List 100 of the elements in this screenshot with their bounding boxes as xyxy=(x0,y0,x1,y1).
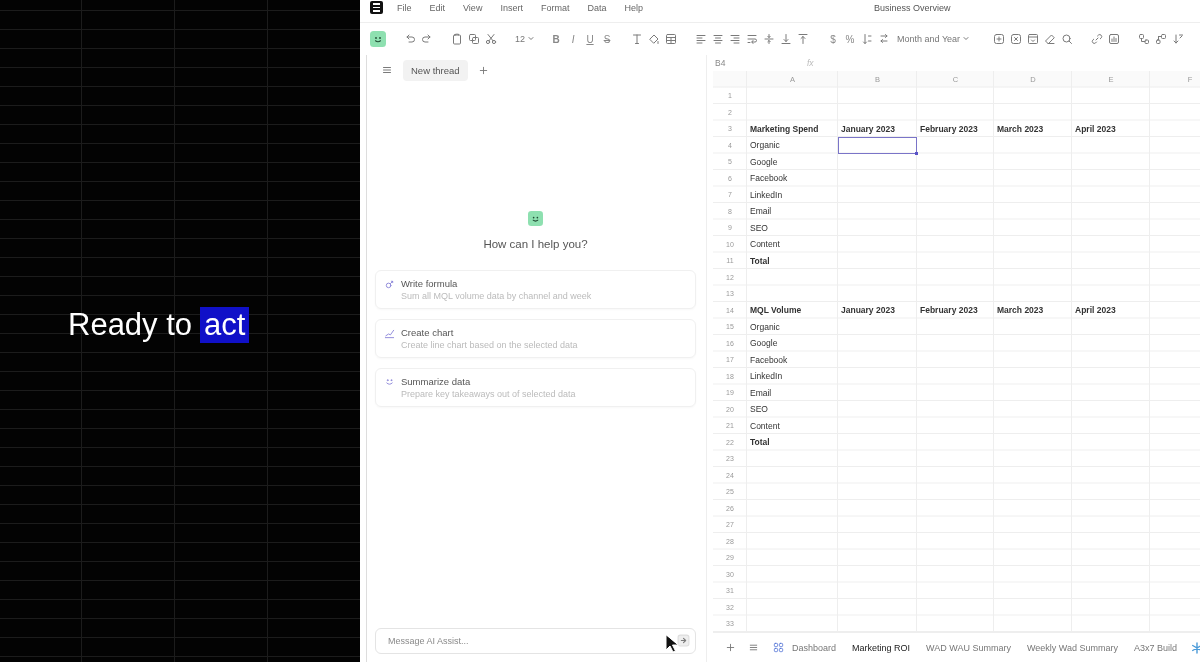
table-cell-text: Email xyxy=(749,386,773,400)
cell-reference[interactable]: B4 xyxy=(713,58,807,68)
menu-item[interactable]: Help xyxy=(622,1,645,14)
plus-icon[interactable] xyxy=(477,64,489,76)
assistant-logo-icon xyxy=(528,211,543,226)
sheet-tab[interactable]: A3x7 Build xyxy=(1131,638,1179,657)
suggestion-title: Summarize data xyxy=(401,376,472,387)
table-cell-text: SEO xyxy=(749,403,769,417)
italic-button[interactable]: I xyxy=(567,33,579,45)
line-chart-icon[interactable] xyxy=(384,328,395,339)
table-cell-text: January 2023 xyxy=(840,122,896,136)
percent-button[interactable]: % xyxy=(844,33,856,45)
scissors-icon[interactable] xyxy=(485,33,497,45)
number-format-dropdown[interactable]: Month and Year xyxy=(897,33,975,45)
sheet-tab[interactable]: Dashboard xyxy=(771,638,839,657)
sheet-tab[interactable]: Marketing ROI xyxy=(850,638,913,657)
app-logo[interactable] xyxy=(370,1,383,14)
table-cell-text: Content xyxy=(749,238,781,252)
ai-assistant-icon[interactable] xyxy=(370,31,386,47)
table-cell-text: Email xyxy=(749,205,773,219)
table-cell-text: Google xyxy=(749,337,779,351)
sheet-tab[interactable]: Weekly Wad Summary xyxy=(1024,638,1120,657)
text-icon[interactable] xyxy=(631,33,643,45)
menu-item[interactable]: Data xyxy=(585,1,609,14)
freeze-icon[interactable] xyxy=(1027,33,1040,45)
decimal-icon[interactable] xyxy=(878,33,890,45)
table-icon[interactable] xyxy=(665,33,677,45)
smile-icon[interactable] xyxy=(384,377,395,388)
mouse-cursor-icon xyxy=(665,634,679,654)
sort-icon[interactable] xyxy=(1172,33,1185,45)
align-bottom-icon[interactable] xyxy=(780,33,792,45)
table-cell-text: Total xyxy=(749,254,771,268)
suggestion-title: Write formula xyxy=(401,278,459,289)
table-cell-text: February 2023 xyxy=(919,122,979,136)
delete-icon[interactable] xyxy=(1010,33,1023,45)
align-left-icon[interactable] xyxy=(695,33,707,45)
chart-icon[interactable] xyxy=(1108,33,1121,45)
table-cell-text: April 2023 xyxy=(1074,122,1117,136)
table-cell-text: Organic xyxy=(749,320,781,334)
clipboard-icon[interactable] xyxy=(451,33,463,45)
bold-button[interactable]: B xyxy=(550,33,562,45)
caption-text: Ready to xyxy=(68,307,193,343)
table-cell-text: Facebook xyxy=(749,353,789,367)
table-cell-text: Content xyxy=(749,419,781,433)
align-center-icon[interactable] xyxy=(712,33,724,45)
table-cell-text: March 2023 xyxy=(996,304,1045,318)
suggestion-card[interactable]: Create chart Create line chart based on the selected data xyxy=(375,319,696,358)
currency-button[interactable]: $ xyxy=(827,33,839,45)
suggestion-title: Create chart xyxy=(401,327,455,338)
suggestion-description: Prepare key takeaways out of selected data xyxy=(401,389,576,399)
undo-icon[interactable] xyxy=(404,33,416,45)
group-icon[interactable] xyxy=(1138,33,1151,45)
table-cell-text: Organic xyxy=(749,139,781,153)
suggestion-description: Create line chart based on the selected data xyxy=(401,340,578,350)
snowflake-icon[interactable] xyxy=(1190,641,1200,654)
menu-item[interactable]: Insert xyxy=(498,1,525,14)
table-cell-text: Google xyxy=(749,155,779,169)
highlighted-word: act xyxy=(200,307,250,343)
align-top-icon[interactable] xyxy=(797,33,809,45)
redo-icon[interactable] xyxy=(421,33,433,45)
copy-icon[interactable] xyxy=(468,33,480,45)
menu-icon[interactable] xyxy=(381,64,393,76)
greeting-text: How can I help you? xyxy=(483,238,588,250)
wrap-text-icon[interactable] xyxy=(746,33,758,45)
formula-label: fx xyxy=(807,58,814,68)
ungroup-icon[interactable] xyxy=(1155,33,1168,45)
menu-item[interactable]: Edit xyxy=(427,1,448,14)
document-title: Business Overview xyxy=(873,2,951,13)
sheet-tab[interactable]: WAD WAU Summary xyxy=(924,638,1013,657)
paint-bucket-icon[interactable] xyxy=(648,33,660,45)
font-size-dropdown[interactable]: 12 xyxy=(515,33,539,45)
table-cell-text: Marketing Spend xyxy=(749,122,820,136)
underline-button[interactable]: U xyxy=(584,33,596,45)
menu-item[interactable]: File xyxy=(395,1,414,14)
menu-item[interactable]: Format xyxy=(538,1,572,14)
align-right-icon[interactable] xyxy=(729,33,741,45)
table-cell-text: Facebook xyxy=(749,172,789,186)
search-icon[interactable] xyxy=(1061,33,1074,45)
table-cell-text: January 2023 xyxy=(840,304,896,318)
formula-icon[interactable] xyxy=(384,279,395,290)
table-cell-text: Total xyxy=(749,436,771,450)
message-input[interactable]: Message AI Assist... xyxy=(375,628,696,654)
send-icon[interactable] xyxy=(677,634,690,647)
plus-icon[interactable] xyxy=(725,642,736,653)
menu-icon[interactable] xyxy=(748,642,759,653)
grid-icon xyxy=(773,642,784,653)
table-cell-text: LinkedIn xyxy=(749,188,784,202)
menu-item[interactable]: View xyxy=(461,1,485,14)
decimal-icon[interactable] xyxy=(861,33,873,45)
insert-icon[interactable] xyxy=(993,33,1006,45)
suggestion-card[interactable]: Summarize data Prepare key takeaways out of selected data xyxy=(375,368,696,407)
table-cell-text: February 2023 xyxy=(919,304,979,318)
table-cell-text: LinkedIn xyxy=(749,370,784,384)
link-icon[interactable] xyxy=(1091,33,1104,45)
align-middle-icon[interactable] xyxy=(763,33,775,45)
eraser-icon[interactable] xyxy=(1044,33,1057,45)
table-cell-text: SEO xyxy=(749,221,769,235)
table-cell-text: April 2023 xyxy=(1074,304,1117,318)
strikethrough-button[interactable]: S xyxy=(601,33,613,45)
thread-tab[interactable]: New thread xyxy=(403,59,468,81)
